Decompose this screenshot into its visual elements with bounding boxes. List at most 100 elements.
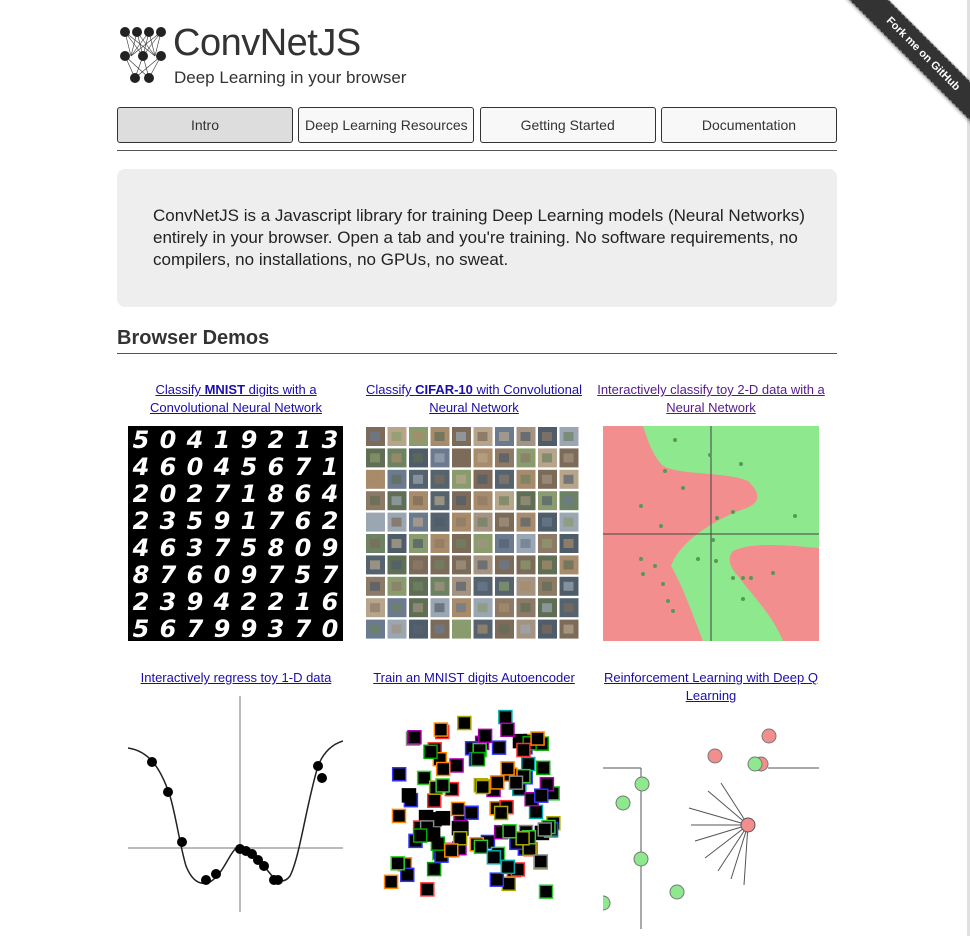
nav-tab-deep-learning-resources[interactable]: Deep Learning Resources: [298, 107, 475, 143]
embedding-tile: [449, 758, 464, 773]
mnist-digit: 3: [160, 507, 177, 535]
data-point: [741, 597, 745, 601]
cifar-tile-object: [391, 432, 402, 441]
mnist-digit: 7: [322, 561, 339, 589]
cifar-tile-object: [499, 432, 509, 441]
data-point: [659, 524, 663, 528]
cifar-tile-object: [499, 624, 509, 634]
mnist-digit: 7: [214, 480, 231, 508]
embedding-tile: [383, 874, 399, 890]
cifar-tile-object: [563, 453, 574, 463]
mnist-digit: 7: [160, 561, 177, 589]
mnist-digit: 4: [213, 453, 231, 481]
food-item: [633, 851, 649, 867]
cifar-tile-object: [370, 581, 380, 591]
data-point: [653, 564, 657, 568]
data-point: [313, 761, 323, 771]
nav-tab-getting-started[interactable]: Getting Started: [479, 107, 656, 143]
nav-tab-documentation[interactable]: Documentation: [660, 107, 837, 143]
cifar-tile-object: [520, 581, 531, 591]
mnist-digit: 8: [268, 480, 285, 508]
cifar-tile-object: [520, 517, 531, 527]
cifar-tile-object: [391, 496, 402, 506]
mnist-digit: 4: [132, 534, 150, 562]
nav-tab-intro[interactable]: Intro: [117, 107, 293, 143]
data-point: [211, 869, 221, 879]
mnist-digit: 1: [241, 480, 258, 508]
mnist-digit: 2: [268, 426, 285, 454]
github-ribbon-wrapper: Fork me on GitHub: [840, 0, 970, 130]
main-container: ConvNetJS Deep Learning in your browser …: [117, 0, 837, 354]
cifar-tile-object: [542, 517, 552, 527]
cifar-tile-object: [477, 560, 488, 570]
cifar-tile-object: [542, 624, 552, 634]
mnist-digit: 9: [214, 615, 231, 641]
intro-box: ConvNetJS is a Javascript library for tr…: [117, 169, 837, 307]
regression1d-thumbnail[interactable]: [128, 696, 343, 912]
embedding-tile: [416, 770, 432, 786]
embedding-tile: [537, 822, 553, 837]
demo-link-rldemo[interactable]: Reinforcement Learning with Deep Q Learn…: [592, 669, 830, 705]
cifar-tile-object: [456, 624, 466, 634]
cifar-tile-object: [499, 560, 509, 570]
mnist-digit: 0: [322, 615, 339, 641]
demo-link-cifar10[interactable]: Classify CIFAR-10 with Convolutional Neu…: [355, 381, 593, 417]
classify2d-thumbnail[interactable]: [603, 426, 819, 641]
cifar10-thumbnail[interactable]: [365, 426, 581, 641]
mnist-digit: 4: [321, 480, 339, 508]
cifar-tile-object: [563, 474, 574, 484]
rldemo-agent-world: [603, 728, 819, 929]
data-point: [681, 486, 685, 490]
mnist-digit: 6: [295, 507, 312, 535]
mnist-digit: 9: [187, 588, 204, 616]
data-point: [639, 504, 643, 508]
cifar-tile-object: [520, 432, 531, 441]
cifar-tile-object: [563, 539, 574, 548]
mnist-digit-grid: 5 0 4 1 9 2 1 34 6 0 4 5 6 7 12 0 2 7 1 8 6 42 3 5 9 1 7 6 24 6 3 7 5 8 0 9…: [132, 426, 339, 641]
network-logo-icon: [120, 27, 166, 83]
cifar-tile-object: [413, 432, 423, 441]
mnist-digit: 0: [160, 480, 177, 508]
demo-link-mnist[interactable]: Classify MNIST digits with a Convolution…: [117, 381, 355, 417]
cifar-tile-object: [477, 517, 488, 527]
embedding-tile: [435, 761, 451, 777]
cifar-tile-object: [391, 560, 402, 570]
data-point: [741, 576, 745, 580]
embedding-tile: [500, 859, 516, 875]
brand-name: ConvNetJS: [173, 22, 361, 64]
mnist-thumbnail[interactable]: 5041921346045671202718642359176246375809…: [128, 426, 343, 641]
cifar-tile-object: [434, 474, 445, 484]
mnist-digit: 3: [268, 615, 285, 641]
mnist-digit: 1: [295, 426, 312, 454]
food-item: [603, 895, 611, 911]
mnist-digit: 0: [295, 534, 312, 562]
cifar-tile-object: [499, 474, 509, 484]
mnist-digit: 6: [160, 534, 177, 562]
mnist-digit: 3: [187, 534, 204, 562]
embedding-tile: [420, 882, 435, 897]
cifar-tile-object: [370, 453, 380, 463]
cifar-tile-object: [391, 517, 402, 527]
data-point: [663, 469, 667, 473]
cifar-tile-object: [456, 432, 466, 441]
autoencoder-embedding-plot: [383, 709, 561, 899]
food-item: [669, 884, 685, 900]
demo-link-classify2d[interactable]: Interactively classify toy 2-D data with…: [592, 381, 830, 417]
fork-me-ribbon[interactable]: Fork me on GitHub: [845, 0, 970, 130]
poison-item: [761, 728, 777, 744]
cifar-tile-object: [563, 517, 574, 527]
autoencoder-thumbnail[interactable]: [365, 696, 581, 912]
embedding-tile: [502, 824, 517, 839]
cifar-tile-object: [477, 539, 488, 548]
cifar-tile-object: [434, 581, 445, 591]
cifar-tile-object: [563, 581, 574, 591]
mnist-digit: 2: [133, 507, 150, 535]
cifar-tile-object: [499, 539, 509, 548]
rldemo-thumbnail[interactable]: [603, 713, 819, 929]
cifar-tile-object: [542, 560, 552, 570]
embedding-tile: [390, 856, 405, 871]
cifar-tile-object: [477, 603, 488, 613]
cifar-tile-object: [434, 539, 445, 548]
mnist-digit: 0: [160, 426, 177, 454]
mnist-digit: 2: [133, 588, 150, 616]
